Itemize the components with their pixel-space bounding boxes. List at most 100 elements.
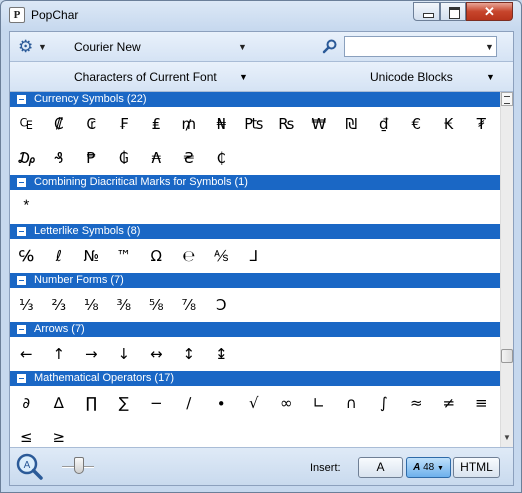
character-cell[interactable]: √ bbox=[238, 386, 271, 420]
character-cell[interactable]: ∙ bbox=[205, 386, 238, 420]
character-cell[interactable]: ₩ bbox=[303, 107, 336, 141]
character-cell[interactable]: ∟ bbox=[303, 386, 336, 420]
scroll-down-icon[interactable]: ▼ bbox=[503, 433, 511, 442]
view-mode-selector[interactable]: Characters of Current Font bbox=[74, 70, 217, 84]
character-cell[interactable]: ₢ bbox=[75, 107, 108, 141]
character-cell[interactable]: ₲ bbox=[108, 141, 141, 175]
character-cell[interactable]: − bbox=[140, 386, 173, 420]
gear-icon[interactable]: ⚙ bbox=[18, 38, 33, 55]
section-header[interactable]: Number Forms (7) bbox=[10, 273, 500, 288]
character-cell[interactable]: ₣ bbox=[108, 107, 141, 141]
section-header[interactable]: Letterlike Symbols (8) bbox=[10, 224, 500, 239]
character-cell[interactable]: ₪ bbox=[335, 107, 368, 141]
character-list[interactable]: Currency Symbols (22) ₠ ₡ ₢ ₣ ₤ ₥ ₦ ₧ ₨ ₩ ₪ ₫ € ₭ ₮ ₯ ₰ ₱ ₲… bbox=[10, 92, 500, 447]
collapse-icon[interactable] bbox=[17, 227, 26, 236]
minimize-button[interactable] bbox=[413, 2, 440, 21]
search-input[interactable] bbox=[344, 36, 497, 57]
close-button[interactable] bbox=[466, 2, 513, 21]
size-slider-thumb[interactable] bbox=[74, 457, 84, 474]
character-cell[interactable]: ₴ bbox=[173, 141, 206, 175]
character-cell[interactable]: ℅ bbox=[10, 239, 43, 273]
insert-html-button[interactable]: HTML bbox=[453, 457, 500, 478]
character-cell[interactable]: ∏ bbox=[75, 386, 108, 420]
character-cell[interactable]: ₠ bbox=[10, 107, 43, 141]
character-cell[interactable]: ⅜ bbox=[108, 288, 141, 322]
character-cell[interactable]: ∩ bbox=[335, 386, 368, 420]
character-cell[interactable]: ℓ bbox=[43, 239, 76, 273]
character-cell[interactable]: ₤ bbox=[140, 107, 173, 141]
insert-character-button[interactable]: A bbox=[358, 457, 403, 478]
character-cell[interactable]: ← bbox=[10, 337, 43, 371]
character-cell[interactable]: € bbox=[400, 107, 433, 141]
character-cell[interactable]: ₮ bbox=[465, 107, 498, 141]
svg-text:A: A bbox=[24, 460, 31, 471]
character-cell[interactable]: ℮ bbox=[173, 239, 206, 273]
character-cell[interactable]: ∑ bbox=[108, 386, 141, 420]
character-cell[interactable]: ↑ bbox=[43, 337, 76, 371]
collapse-icon[interactable] bbox=[17, 276, 26, 285]
scroll-thumb[interactable] bbox=[501, 349, 513, 363]
character-cell[interactable]: ₵ bbox=[205, 141, 238, 175]
collapse-icon[interactable] bbox=[17, 325, 26, 334]
character-cell[interactable]: № bbox=[75, 239, 108, 273]
character-cell[interactable]: ⃰ bbox=[10, 190, 43, 224]
character-cell[interactable]: ∆ bbox=[43, 386, 76, 420]
character-cell[interactable]: ∞ bbox=[270, 386, 303, 420]
character-cell[interactable]: ™ bbox=[108, 239, 141, 273]
chevron-down-icon[interactable]: ▼ bbox=[485, 42, 494, 52]
character-cell[interactable]: ↔ bbox=[140, 337, 173, 371]
character-cell[interactable]: ≥ bbox=[43, 420, 76, 447]
character-cell[interactable]: ₧ bbox=[238, 107, 271, 141]
chevron-down-icon[interactable]: ▼ bbox=[38, 42, 47, 52]
character-cell[interactable]: ₫ bbox=[368, 107, 401, 141]
character-cell[interactable]: ₳ bbox=[140, 141, 173, 175]
collapse-icon[interactable] bbox=[17, 374, 26, 383]
section-header[interactable]: Mathematical Operators (17) bbox=[10, 371, 500, 386]
maximize-button[interactable] bbox=[440, 2, 466, 21]
section-header[interactable]: Combining Diacritical Marks for Symbols … bbox=[10, 175, 500, 190]
character-cell[interactable]: ≠ bbox=[433, 386, 466, 420]
blocks-selector[interactable]: Unicode Blocks bbox=[370, 70, 453, 84]
collapse-icon[interactable] bbox=[17, 178, 26, 187]
character-cell[interactable]: Ω bbox=[140, 239, 173, 273]
search-icon[interactable] bbox=[322, 38, 338, 54]
character-cell[interactable]: ₨ bbox=[270, 107, 303, 141]
character-cell[interactable]: ↨ bbox=[205, 337, 238, 371]
character-cell[interactable]: ₡ bbox=[43, 107, 76, 141]
magnifier-icon[interactable]: A bbox=[15, 452, 43, 480]
character-cell[interactable]: ⅔ bbox=[43, 288, 76, 322]
character-cell[interactable]: ⅃ bbox=[238, 239, 271, 273]
character-cell[interactable]: ∕ bbox=[173, 386, 206, 420]
character-cell[interactable]: ⅞ bbox=[173, 288, 206, 322]
character-cell[interactable]: ₭ bbox=[433, 107, 466, 141]
character-cell[interactable]: ∫ bbox=[368, 386, 401, 420]
section-header[interactable]: Currency Symbols (22) bbox=[10, 92, 500, 107]
collapse-all-icon[interactable] bbox=[501, 92, 513, 106]
character-cell[interactable]: ₰ bbox=[43, 141, 76, 175]
insert-glyph-button[interactable]: A 48 ▼ bbox=[406, 457, 451, 478]
character-cell[interactable]: ₦ bbox=[205, 107, 238, 141]
character-cell[interactable]: ∂ bbox=[10, 386, 43, 420]
vertical-scrollbar[interactable]: ▼ bbox=[500, 92, 513, 447]
collapse-icon[interactable] bbox=[17, 95, 26, 104]
character-cell[interactable]: Ↄ bbox=[205, 288, 238, 322]
character-cell[interactable]: ≡ bbox=[465, 386, 498, 420]
character-cell[interactable]: ₥ bbox=[173, 107, 206, 141]
section-header[interactable]: Arrows (7) bbox=[10, 322, 500, 337]
chevron-down-icon[interactable]: ▼ bbox=[238, 42, 247, 52]
character-cell[interactable]: ↓ bbox=[108, 337, 141, 371]
chevron-down-icon[interactable]: ▼ bbox=[239, 72, 248, 82]
font-selector[interactable]: Courier New bbox=[74, 40, 141, 54]
character-cell[interactable]: → bbox=[75, 337, 108, 371]
character-cell[interactable]: ⅝ bbox=[140, 288, 173, 322]
character-cell[interactable]: ₯ bbox=[10, 141, 43, 175]
character-cell[interactable]: ≤ bbox=[10, 420, 43, 447]
character-cell[interactable]: ↕ bbox=[173, 337, 206, 371]
title-bar[interactable]: P PopChar bbox=[1, 1, 521, 29]
character-cell[interactable]: ⅓ bbox=[10, 288, 43, 322]
character-cell[interactable]: ⅍ bbox=[205, 239, 238, 273]
character-cell[interactable]: ₱ bbox=[75, 141, 108, 175]
character-cell[interactable]: ≈ bbox=[400, 386, 433, 420]
character-cell[interactable]: ⅛ bbox=[75, 288, 108, 322]
chevron-down-icon[interactable]: ▼ bbox=[486, 72, 495, 82]
